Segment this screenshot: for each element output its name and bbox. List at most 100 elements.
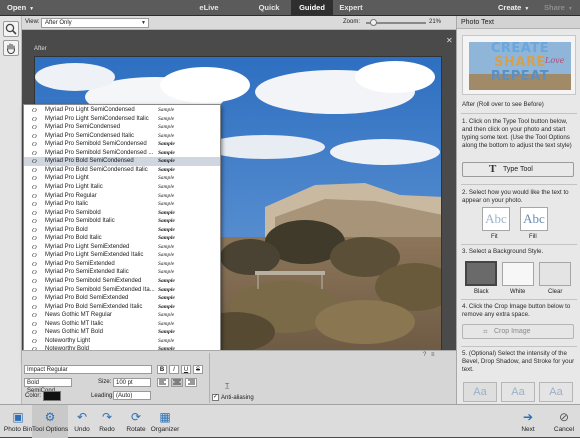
stroke-option[interactable]: Aa (539, 382, 573, 402)
magnifier-icon (5, 23, 17, 35)
banner-line: CREATE (490, 41, 550, 56)
after-label: After (34, 46, 47, 52)
view-options-bar: View: After Only ▼ Zoom: 21% (22, 16, 456, 30)
font-dropdown-list[interactable]: O Myriad Pro Light SemiCondensed Sample O My… (23, 104, 221, 362)
white-background-option[interactable] (502, 262, 534, 286)
color-label: Color: (25, 393, 42, 399)
align-right-button[interactable] (185, 378, 197, 387)
divider (461, 113, 577, 114)
step-2-text: 2. Select how you would like the text to… (462, 189, 569, 204)
type-tool-label: Type Tool (503, 166, 533, 173)
share-menu[interactable]: Share ▼ (544, 0, 573, 16)
organizer-label: Organizer (150, 426, 180, 433)
divider (461, 184, 577, 185)
tab-expert[interactable]: Expert (330, 0, 372, 16)
rotate-button[interactable]: ⟳ Rotate (124, 405, 148, 438)
warp-text-icon[interactable]: T̲ (225, 383, 229, 390)
tool-options-label: Tool Options (32, 426, 69, 433)
tool-options-panel: Impact Regular Bold SemiCond... Size: 10… (22, 350, 456, 404)
anti-aliasing-label: Anti-aliasing (221, 395, 254, 401)
fit-option[interactable]: Abc (482, 207, 510, 231)
close-icon[interactable]: ✕ (446, 36, 453, 45)
type-tool-icon: T (489, 163, 497, 175)
font-size-select[interactable]: 100 pt (113, 378, 151, 387)
align-left-button[interactable] (157, 378, 169, 387)
align-center-button[interactable] (171, 378, 183, 387)
chevron-down-icon: ▼ (141, 20, 146, 26)
font-size-value: 100 pt (116, 380, 133, 386)
redo-button[interactable]: ↷ Redo (97, 405, 117, 438)
step-4-text: 4. Click the Crop Image button below to … (462, 303, 571, 318)
undo-button[interactable]: ↶ Undo (72, 405, 92, 438)
hand-tool-button[interactable] (3, 40, 19, 56)
fit-label: Fit (491, 234, 498, 240)
bottom-bar: ▣ Photo Bin ⚙ Tool Options ↶ Undo ↷ Redo… (0, 404, 580, 438)
create-label: Create (498, 3, 522, 12)
toolbox (0, 16, 22, 404)
bold-button[interactable]: B (157, 365, 167, 374)
black-background-option[interactable] (465, 261, 497, 286)
undo-label: Undo (74, 426, 90, 433)
rotate-icon: ⟳ (130, 410, 142, 424)
banner-love: Love (545, 56, 565, 65)
tab-guided[interactable]: Guided (291, 0, 333, 16)
bevel-option[interactable]: Aa (463, 382, 497, 402)
view-select[interactable]: After Only ▼ (41, 18, 149, 28)
tool-options-button[interactable]: ⚙ Tool Options (32, 405, 68, 438)
italic-button[interactable]: I (169, 365, 179, 374)
font-family-value: Impact Regular (27, 367, 68, 373)
underline-button[interactable]: U (181, 365, 191, 374)
zoom-value: 21% (429, 19, 442, 25)
divider (209, 353, 210, 403)
cancel-button[interactable]: ⊘ Cancel (550, 405, 578, 438)
undo-icon: ↶ (76, 410, 88, 424)
tab-quick[interactable]: Quick (248, 0, 290, 16)
photo-bin-button[interactable]: ▣ Photo Bin (2, 405, 34, 438)
divider (461, 346, 577, 347)
zoom-label: Zoom: (343, 19, 361, 25)
tool-options-icon: ⚙ (44, 410, 56, 424)
open-label: Open (7, 3, 27, 12)
photo-bin-label: Photo Bin (3, 426, 33, 433)
hand-icon (6, 43, 16, 55)
photo-bin-icon: ▣ (12, 410, 24, 424)
organizer-button[interactable]: ▦ Organizer (150, 405, 180, 438)
white-label: White (510, 289, 526, 295)
strikethrough-button[interactable]: S (193, 365, 203, 374)
preview-thumbnail[interactable]: CREATE SHARE REPEAT Love (462, 35, 576, 95)
view-label: View: (25, 19, 40, 25)
leading-value: (Auto) (116, 393, 133, 399)
font-family-select[interactable]: Impact Regular (24, 365, 152, 374)
options-menu-icon[interactable]: ≡ (431, 352, 435, 358)
font-style-select[interactable]: Bold SemiCond... (24, 378, 72, 394)
tab-elive[interactable]: eLive (188, 0, 230, 16)
share-label: Share (544, 3, 565, 12)
align-center-icon (173, 379, 181, 385)
color-swatch[interactable] (43, 391, 61, 401)
next-button[interactable]: ➔ Next (516, 405, 540, 438)
step-1-text: 1. Click on the Type Tool button below, … (462, 118, 572, 149)
checkmark-icon: ✓ (213, 394, 219, 400)
fill-label: Fill (529, 234, 537, 240)
chevron-down-icon: ▼ (524, 6, 530, 12)
rotate-label: Rotate (126, 426, 146, 433)
step-5-text: 5. (Optional) Select the intensity of th… (462, 350, 575, 373)
before-after-hint: After (Roll over to see Before) (462, 101, 544, 108)
anti-aliasing-checkbox[interactable]: ✓ (212, 394, 219, 401)
leading-select[interactable]: (Auto) (113, 391, 151, 400)
redo-icon: ↷ (101, 410, 113, 424)
top-menu-bar: Open ▼ eLive Quick Guided Expert Create ▼ … (0, 0, 580, 16)
redo-label: Redo (99, 426, 115, 433)
create-menu[interactable]: Create ▼ (498, 0, 529, 16)
clear-background-option[interactable] (539, 262, 571, 286)
fill-option[interactable]: Abc (520, 207, 548, 231)
zoom-tool-button[interactable] (3, 21, 19, 37)
crop-image-button[interactable]: ⌗ Crop Image (462, 324, 574, 339)
zoom-slider-handle[interactable] (369, 19, 377, 26)
open-menu[interactable]: Open ▼ (7, 0, 34, 16)
banner-line: REPEAT (490, 69, 550, 84)
drop-shadow-option[interactable]: Aa (501, 382, 535, 402)
chevron-down-icon: ▼ (567, 6, 573, 12)
help-icon[interactable]: ? (423, 352, 426, 358)
type-tool-button[interactable]: T Type Tool (462, 162, 574, 177)
